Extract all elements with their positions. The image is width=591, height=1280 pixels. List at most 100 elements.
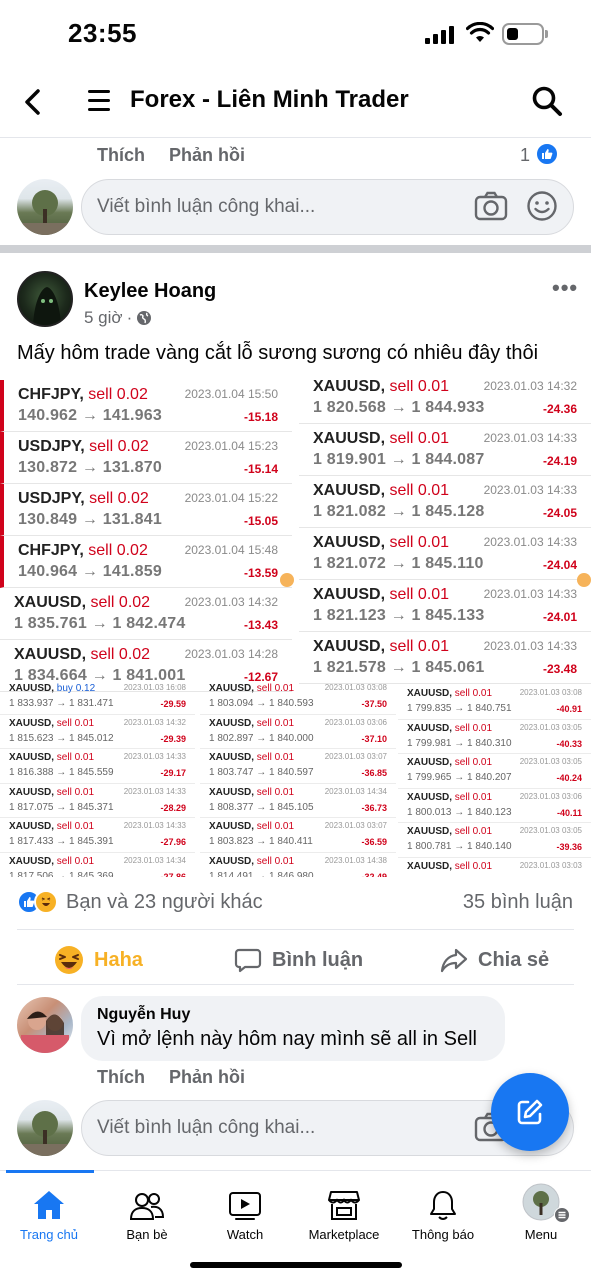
trade-prices: 1 821.578 → 1 845.061 bbox=[313, 659, 485, 676]
trade-pair: XAUUSD, sell 0.01 bbox=[313, 638, 450, 655]
search-icon[interactable] bbox=[531, 85, 563, 117]
comment-input-placeholder: Viết bình luận công khai... bbox=[97, 196, 316, 217]
trade-prices: 1 821.123 → 1 845.133 bbox=[313, 607, 485, 624]
trade-pair: XAUUSD, buy 0.12 bbox=[9, 683, 96, 694]
trade-time: 2023.01.03 03:07 bbox=[324, 752, 387, 761]
trade-profit: -15.14 bbox=[243, 462, 278, 476]
trade-profit: -13.59 bbox=[243, 566, 278, 580]
trade-profit: -15.05 bbox=[243, 514, 278, 528]
trade-time: 2023.01.03 16:08 bbox=[123, 683, 186, 692]
like-reaction-icon bbox=[536, 143, 558, 165]
trade-time: 2023.01.03 14:33 bbox=[483, 639, 577, 653]
trade-prices: 1 802.897 → 1 840.000 bbox=[209, 732, 314, 744]
trade-profit: -27.86 bbox=[160, 871, 186, 878]
trade-action: sell 0.01 bbox=[389, 482, 450, 499]
meta-separator: · bbox=[126, 308, 133, 327]
trade-action: sell 0.01 bbox=[389, 638, 450, 655]
comment-reply-link[interactable]: Phản hồi bbox=[169, 1067, 245, 1088]
trade-row: XAUUSD, sell 0.01 1 808.377 → 1 845.105 20… bbox=[200, 784, 396, 818]
nav-friends[interactable]: Bạn bè bbox=[98, 1187, 196, 1242]
compose-button[interactable] bbox=[491, 1073, 569, 1151]
current-user-avatar[interactable] bbox=[17, 1100, 73, 1156]
trade-pair: CHFJPY, sell 0.02 bbox=[18, 542, 148, 559]
wifi-icon bbox=[466, 22, 494, 42]
menu-hamburger-icon[interactable] bbox=[88, 90, 110, 117]
trade-action: sell 0.02 bbox=[90, 594, 151, 611]
trade-prices: 1 800.781 → 1 840.140 bbox=[407, 841, 512, 852]
home-indicator bbox=[190, 1262, 402, 1268]
trade-time: 2023.01.03 14:32 bbox=[123, 717, 186, 727]
trade-profit: -36.73 bbox=[361, 802, 387, 813]
reply-link[interactable]: Phản hồi bbox=[169, 145, 245, 166]
camera-icon[interactable] bbox=[474, 190, 508, 222]
trade-time: 2023.01.03 14:33 bbox=[123, 821, 186, 830]
commenter-avatar[interactable] bbox=[17, 997, 73, 1053]
trade-prices: 1 799.835 → 1 840.751 bbox=[407, 703, 512, 714]
comment-button[interactable]: Bình luận bbox=[234, 940, 363, 980]
author-avatar[interactable] bbox=[17, 271, 73, 327]
share-button[interactable]: Chia sẻ bbox=[440, 940, 549, 980]
trade-profit: -27.96 bbox=[160, 837, 186, 847]
trade-row: XAUUSD, sell 0.01 1 821.072 → 1 845.110 20… bbox=[299, 528, 591, 580]
reactions-summary[interactable]: Bạn và 23 người khác bbox=[17, 890, 263, 914]
trade-profit: -32.49 bbox=[361, 871, 387, 878]
post-time[interactable]: 5 giờ bbox=[84, 308, 123, 328]
group-title[interactable]: Forex - Liên Minh Trader bbox=[130, 86, 409, 114]
trade-action: sell 0.02 bbox=[90, 646, 151, 663]
nav-menu[interactable]: Menu bbox=[492, 1183, 590, 1242]
comment-like-link[interactable]: Thích bbox=[97, 1067, 145, 1088]
trade-action: sell 0.01 bbox=[256, 821, 295, 832]
trade-action: sell 0.01 bbox=[389, 430, 450, 447]
trade-prices: 140.964 → 141.859 bbox=[18, 563, 162, 580]
trade-row: XAUUSD, sell 0.01 1 817.075 → 1 845.371 20… bbox=[0, 784, 195, 818]
image-edge-marker bbox=[280, 573, 294, 587]
back-arrow-icon[interactable] bbox=[22, 88, 44, 116]
nav-watch[interactable]: Watch bbox=[196, 1187, 294, 1242]
trade-prices: 1 821.082 → 1 845.128 bbox=[313, 503, 485, 520]
nav-marketplace[interactable]: Marketplace bbox=[295, 1187, 393, 1242]
trade-row: XAUUSD, sell 0.01 1 803.823 → 1 840.411 20… bbox=[200, 818, 396, 853]
trade-prices: 130.849 → 131.841 bbox=[18, 511, 162, 528]
emoji-icon[interactable] bbox=[526, 190, 558, 222]
trade-action: sell 0.02 bbox=[89, 490, 149, 507]
trade-prices: 1 800.013 → 1 840.123 bbox=[407, 806, 512, 818]
menu-badge-icon bbox=[554, 1207, 570, 1223]
trade-time: 2023.01.03 14:33 bbox=[123, 786, 186, 796]
post-image-trade-history[interactable]: CHFJPY, sell 0.02 140.962 → 141.963 2023.0… bbox=[0, 380, 591, 877]
reactions-text: Bạn và 23 người khác bbox=[66, 890, 263, 913]
trade-prices: 1 803.823 → 1 840.411 bbox=[209, 836, 313, 847]
trade-prices: 1 817.506 → 1 845.369 bbox=[9, 870, 114, 878]
commenter-name[interactable]: Nguyễn Huy bbox=[97, 1006, 190, 1024]
trade-profit: -36.85 bbox=[361, 768, 387, 778]
more-options-icon[interactable]: ••• bbox=[552, 275, 578, 301]
haha-button[interactable]: Haha bbox=[54, 940, 143, 980]
trade-action: sell 0.01 bbox=[56, 717, 95, 729]
trade-prices: 1 833.937 → 1 831.471 bbox=[9, 698, 114, 709]
trade-pair: XAUUSD, sell 0.01 bbox=[407, 791, 493, 803]
trade-action: sell 0.02 bbox=[88, 542, 148, 559]
trade-profit: -37.50 bbox=[361, 699, 387, 709]
trade-prices: 1 835.761 → 1 842.474 bbox=[14, 615, 186, 632]
trade-prices: 1 817.075 → 1 845.371 bbox=[9, 801, 114, 813]
globe-icon bbox=[137, 311, 152, 325]
nav-home[interactable]: Trang chủ bbox=[0, 1187, 98, 1242]
current-user-avatar[interactable] bbox=[17, 179, 73, 235]
nav-menu-label: Menu bbox=[524, 1227, 558, 1242]
trade-prices: 1 815.623 → 1 845.012 bbox=[9, 732, 114, 744]
post-author-name[interactable]: Keylee Hoang bbox=[84, 280, 216, 303]
trade-pair: XAUUSD, sell 0.01 bbox=[407, 826, 493, 837]
nav-friends-label: Bạn bè bbox=[126, 1227, 168, 1242]
trade-profit: -13.43 bbox=[243, 618, 278, 632]
trade-profit: -40.91 bbox=[556, 704, 582, 714]
trade-profit: -28.29 bbox=[160, 802, 186, 813]
comment-like-count: 1 bbox=[520, 145, 531, 165]
header-divider bbox=[0, 137, 591, 138]
nav-notifications[interactable]: Thông báo bbox=[394, 1187, 492, 1242]
trade-profit: -24.05 bbox=[542, 506, 577, 520]
trade-profit: -24.19 bbox=[542, 454, 577, 468]
trade-prices: 1 803.094 → 1 840.593 bbox=[209, 698, 314, 709]
comments-count[interactable]: 35 bình luận bbox=[463, 891, 573, 914]
like-link[interactable]: Thích bbox=[97, 145, 145, 166]
trade-time: 2023.01.03 14:33 bbox=[483, 535, 577, 549]
trade-row: XAUUSD, sell 0.01 1 802.897 → 1 840.000 20… bbox=[200, 715, 396, 749]
